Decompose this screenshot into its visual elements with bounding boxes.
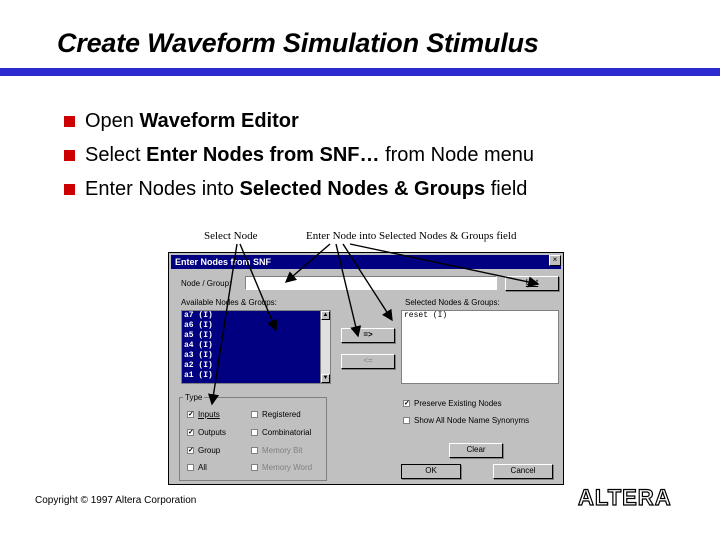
scroll-up-icon[interactable]: ▲ [321,311,330,320]
node-group-input[interactable] [245,276,497,290]
close-icon[interactable]: × [549,255,561,266]
group-checkbox[interactable]: ✓ [187,447,194,454]
outputs-checkbox[interactable]: ✓ [187,429,194,436]
memory-word-checkbox[interactable] [251,464,258,471]
bullet-text: field [485,177,528,200]
bullet-bold-text: Waveform Editor [139,109,299,132]
slide-title: Create Waveform Simulation Stimulus [57,28,539,58]
bullet-square-icon [64,149,75,161]
show-synonyms-label: Show All Node Name Synonyms [414,416,530,425]
show-synonyms-checkbox[interactable] [403,417,410,424]
registered-label: Registered [262,410,301,419]
available-list-scrollbar[interactable]: ▲ ▼ [320,311,330,383]
dialog-title: Enter Nodes from SNF [175,257,272,267]
preserve-existing-label: Preserve Existing Nodes [414,399,502,408]
bullet-item: Enter Nodes into Selected Nodes & Groups… [64,172,534,206]
all-label: All [198,463,207,472]
inputs-checkbox[interactable]: ✓ [187,411,194,418]
all-checkbox[interactable] [187,464,194,471]
available-nodes-label: Available Nodes & Groups: [181,298,277,307]
bullet-item: Select Enter Nodes from SNF… from Node m… [64,138,534,172]
inputs-label: Inputs [198,410,220,419]
list-item[interactable]: a3 (I) [182,351,330,361]
list-item[interactable]: a7 (I) [182,311,330,321]
registered-checkbox[interactable] [251,411,258,418]
dialog-title-bar: Enter Nodes from SNF [171,255,561,269]
list-item[interactable]: a2 (I) [182,361,330,371]
enter-nodes-dialog: Enter Nodes from SNF × Node / Group: Lis… [168,252,564,485]
callout-enter-node: Enter Node into Selected Nodes & Groups … [306,230,517,242]
title-rule [0,68,720,76]
bullet-bold-text: Selected Nodes & Groups [239,177,486,200]
selected-nodes-list[interactable]: reset (I) [401,310,559,384]
list-item[interactable]: a6 (I) [182,321,330,331]
combinatorial-label: Combinatorial [262,428,312,437]
list-button[interactable]: List [505,276,559,291]
add-node-button[interactable]: => [341,328,395,343]
logo-text: ALTERA [578,485,672,510]
cancel-button[interactable]: Cancel [493,464,553,479]
remove-node-button[interactable]: <= [341,354,395,369]
group-label: Group [198,446,221,455]
node-group-label: Node / Group: [181,279,232,288]
memory-bit-label: Memory Bit [262,446,303,455]
memory-bit-checkbox[interactable] [251,447,258,454]
scroll-down-icon[interactable]: ▼ [321,374,330,383]
type-group-label: Type [183,393,205,402]
bullet-item: Open Waveform Editor [64,104,534,138]
preserve-existing-checkbox[interactable]: ✓ [403,400,410,407]
ok-button[interactable]: OK [401,464,461,479]
bullet-bold-text: Enter Nodes from SNF… [146,143,380,166]
altera-logo: ALTERA [576,484,680,510]
bullet-text: Select [85,143,147,166]
bullet-list: Open Waveform Editor Select Enter Nodes … [64,104,534,206]
list-item[interactable]: a5 (I) [182,331,330,341]
bullet-square-icon [64,115,75,127]
combinatorial-checkbox[interactable] [251,429,258,436]
selected-nodes-label: Selected Nodes & Groups: [405,298,500,307]
bullet-square-icon [64,183,75,195]
list-item[interactable]: a1 (I) [182,371,330,381]
copyright-text: Copyright © 1997 Altera Corporation [35,495,197,506]
callout-select-node: Select Node [204,230,258,242]
bullet-text: Enter Nodes into [85,177,240,200]
available-nodes-list[interactable]: a7 (I) a6 (I) a5 (I) a4 (I) a3 (I) a2 (I… [181,310,331,384]
bullet-text: from Node menu [379,143,535,166]
bullet-text: Open [85,109,140,132]
list-item[interactable]: reset (I) [402,311,558,321]
list-item[interactable]: a4 (I) [182,341,330,351]
clear-button[interactable]: Clear [449,443,503,458]
memory-word-label: Memory Word [262,463,313,472]
outputs-label: Outputs [198,428,227,437]
